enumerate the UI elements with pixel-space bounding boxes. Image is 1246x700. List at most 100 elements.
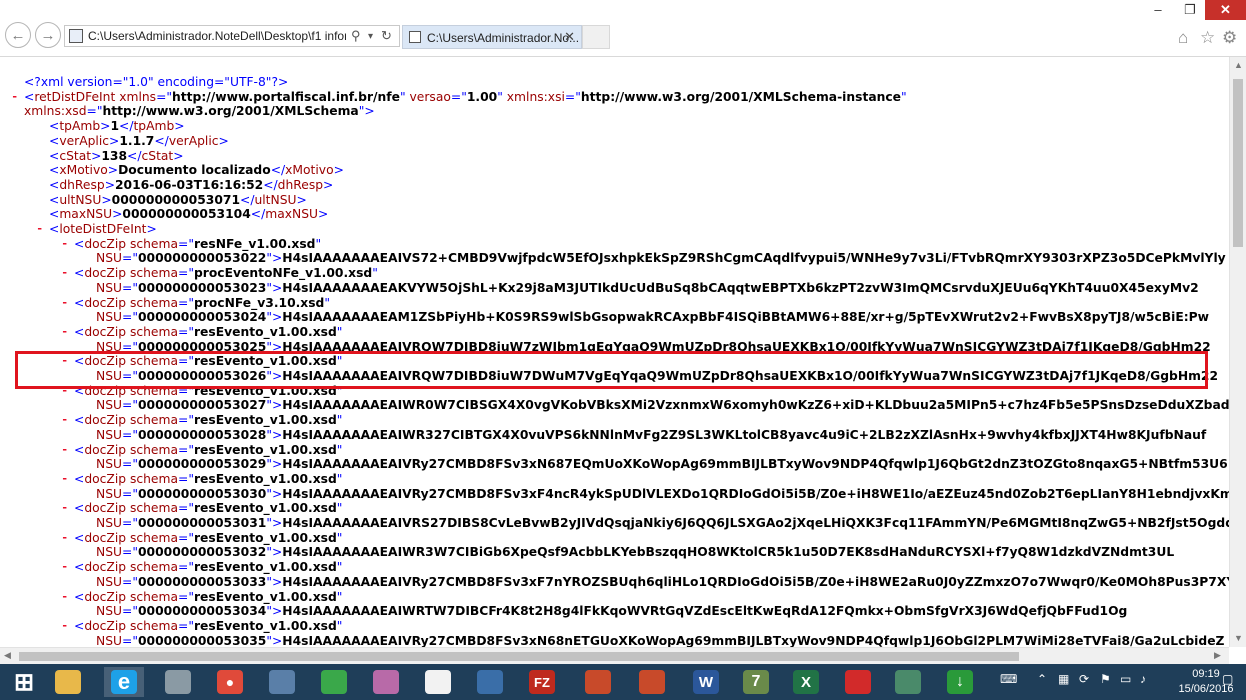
database-icon: [165, 670, 191, 694]
attr-quote: =": [122, 427, 138, 442]
attr-quote: ": [336, 560, 343, 575]
taskbar-app-5[interactable]: ●: [210, 667, 250, 697]
taskbar-app-19[interactable]: ↓: [940, 667, 980, 697]
xml-doczip-open: <docZip schema="resEvento_v1.00.xsd": [74, 590, 342, 605]
bracket: >: [318, 207, 329, 222]
scroll-right-icon[interactable]: ▶: [1214, 650, 1221, 661]
tab-active[interactable]: C:\Users\Administrador.No... ✕: [402, 25, 582, 49]
attr-name: schema: [126, 560, 179, 575]
address-text[interactable]: C:\Users\Administrador.NoteDell\Desktop\…: [88, 29, 346, 43]
volume-icon[interactable]: ♪: [1140, 672, 1146, 686]
search-icon[interactable]: ⚲: [351, 28, 361, 44]
horizontal-scroll-thumb[interactable]: [19, 652, 1019, 661]
collapse-doczip-toggle[interactable]: -: [61, 296, 68, 310]
taskbar-app-10[interactable]: [470, 667, 510, 697]
scroll-down-icon[interactable]: ▼: [1234, 633, 1243, 643]
attr-value: 000000000053030: [137, 486, 267, 501]
xml-doczip-nsu: NSU="000000000053031">H4sIAAAAAAAEAIVRS2…: [96, 516, 1229, 531]
doczip-content: H4sIAAAAAAAEAIVRS27DIBS8CvLeBvwB2yJIVdQs…: [282, 516, 1229, 530]
scroll-left-icon[interactable]: ◀: [4, 650, 11, 661]
collapse-doczip-toggle[interactable]: -: [61, 472, 68, 486]
collapse-doczip-toggle[interactable]: -: [61, 560, 68, 574]
xml-element-tpAmb: <tpAmb>1</tpAmb>: [49, 119, 185, 134]
attr-quote: =": [156, 89, 173, 104]
taskbar-app-17[interactable]: [838, 667, 878, 697]
element-value: 000000000053104: [122, 207, 251, 222]
taskbar-app-14[interactable]: W: [686, 667, 726, 697]
flag-icon[interactable]: ⚑: [1100, 672, 1111, 686]
collapse-doczip-toggle[interactable]: -: [61, 413, 68, 427]
taskbar-app-4[interactable]: [158, 667, 198, 697]
collapse-doczip-toggle[interactable]: -: [61, 325, 68, 339]
refresh-icon[interactable]: ↻: [381, 28, 392, 44]
star-icon[interactable]: ☆: [1200, 28, 1215, 48]
xml-doczip-nsu: NSU="000000000053029">H4sIAAAAAAAEAIVRy2…: [96, 457, 1228, 472]
taskbar-app-15[interactable]: 7: [736, 667, 776, 697]
taskbar-app-8[interactable]: [366, 667, 406, 697]
back-button[interactable]: ←: [5, 22, 31, 48]
attr-quote: ": [324, 295, 331, 310]
app-icon: [845, 670, 871, 694]
bracket: >: [173, 148, 184, 163]
taskbar-app-16[interactable]: X: [786, 667, 826, 697]
gear-icon[interactable]: ⚙: [1222, 28, 1237, 48]
attr-quote: =": [178, 413, 194, 428]
collapse-doczip-toggle[interactable]: -: [61, 590, 68, 604]
taskbar-app-1[interactable]: ⊞: [4, 667, 44, 697]
attr-value: 000000000053024: [137, 310, 267, 325]
attr-name: schema: [126, 589, 179, 604]
chevron-up-icon[interactable]: ⌃: [1037, 672, 1047, 686]
collapse-lote-toggle[interactable]: -: [36, 222, 43, 236]
taskbar-app-7[interactable]: [314, 667, 354, 697]
minimize-button[interactable]: –: [1141, 0, 1175, 20]
scroll-up-icon[interactable]: ▲: [1234, 60, 1243, 70]
keyboard-icon[interactable]: ⌨: [1000, 672, 1017, 686]
taskbar-app-18[interactable]: [888, 667, 928, 697]
attr-value: resEvento_v1.00.xsd: [193, 618, 337, 633]
tag-name: retDistDFeInt: [34, 89, 116, 104]
attr-name: NSU: [96, 251, 123, 266]
forward-button[interactable]: →: [35, 22, 61, 48]
close-icon[interactable]: ✕: [564, 29, 575, 45]
taskbar-app-9[interactable]: [418, 667, 458, 697]
collapse-root-toggle[interactable]: -: [11, 90, 18, 104]
collapse-doczip-toggle[interactable]: -: [61, 619, 68, 633]
attr-value: resEvento_v1.00.xsd: [193, 324, 337, 339]
collapse-doczip-toggle[interactable]: -: [61, 237, 68, 251]
page-favicon: [69, 29, 83, 43]
collapse-doczip-toggle[interactable]: -: [61, 501, 68, 515]
taskbar-app-6[interactable]: [262, 667, 302, 697]
attr-quote: ": [336, 618, 343, 633]
restore-button[interactable]: ❐: [1175, 0, 1205, 20]
collapse-doczip-toggle[interactable]: -: [61, 531, 68, 545]
taskbar-app-3[interactable]: e: [104, 667, 144, 697]
horizontal-scrollbar[interactable]: ◀ ▶: [0, 647, 1229, 664]
tag-name: tpAmb: [59, 119, 101, 134]
bracket: <: [49, 192, 60, 207]
tag-name: maxNSU: [265, 207, 319, 222]
taskbar-app-11[interactable]: FZ: [522, 667, 562, 697]
tag-name: tpAmb: [133, 119, 175, 134]
collapse-doczip-toggle[interactable]: -: [61, 266, 68, 280]
home-icon[interactable]: ⌂: [1178, 28, 1188, 48]
attr-quote: =": [178, 471, 194, 486]
attr-name: xmlns:xsi: [502, 89, 565, 104]
collapse-doczip-toggle[interactable]: -: [61, 443, 68, 457]
attr-quote: ": [336, 413, 343, 428]
taskbar-app-2[interactable]: [48, 667, 88, 697]
address-bar[interactable]: C:\Users\Administrador.NoteDell\Desktop\…: [64, 25, 400, 47]
vertical-scroll-thumb[interactable]: [1233, 79, 1243, 247]
taskbar-app-12[interactable]: [578, 667, 618, 697]
network-icon[interactable]: ▦: [1058, 672, 1069, 686]
tab-title: C:\Users\Administrador.No...: [427, 31, 580, 45]
bracket: <: [74, 236, 85, 251]
taskbar-app-13[interactable]: [632, 667, 672, 697]
bracket: >: [146, 222, 157, 236]
close-window-button[interactable]: ✕: [1205, 0, 1246, 20]
new-tab-button[interactable]: [582, 25, 610, 49]
vertical-scrollbar[interactable]: ▲ ▼: [1229, 57, 1246, 647]
notification-icon[interactable]: ▢: [1222, 672, 1233, 686]
dropdown-icon[interactable]: ▾: [368, 31, 373, 42]
battery-icon[interactable]: ▭: [1120, 672, 1131, 686]
sync-icon[interactable]: ⟳: [1079, 672, 1089, 686]
